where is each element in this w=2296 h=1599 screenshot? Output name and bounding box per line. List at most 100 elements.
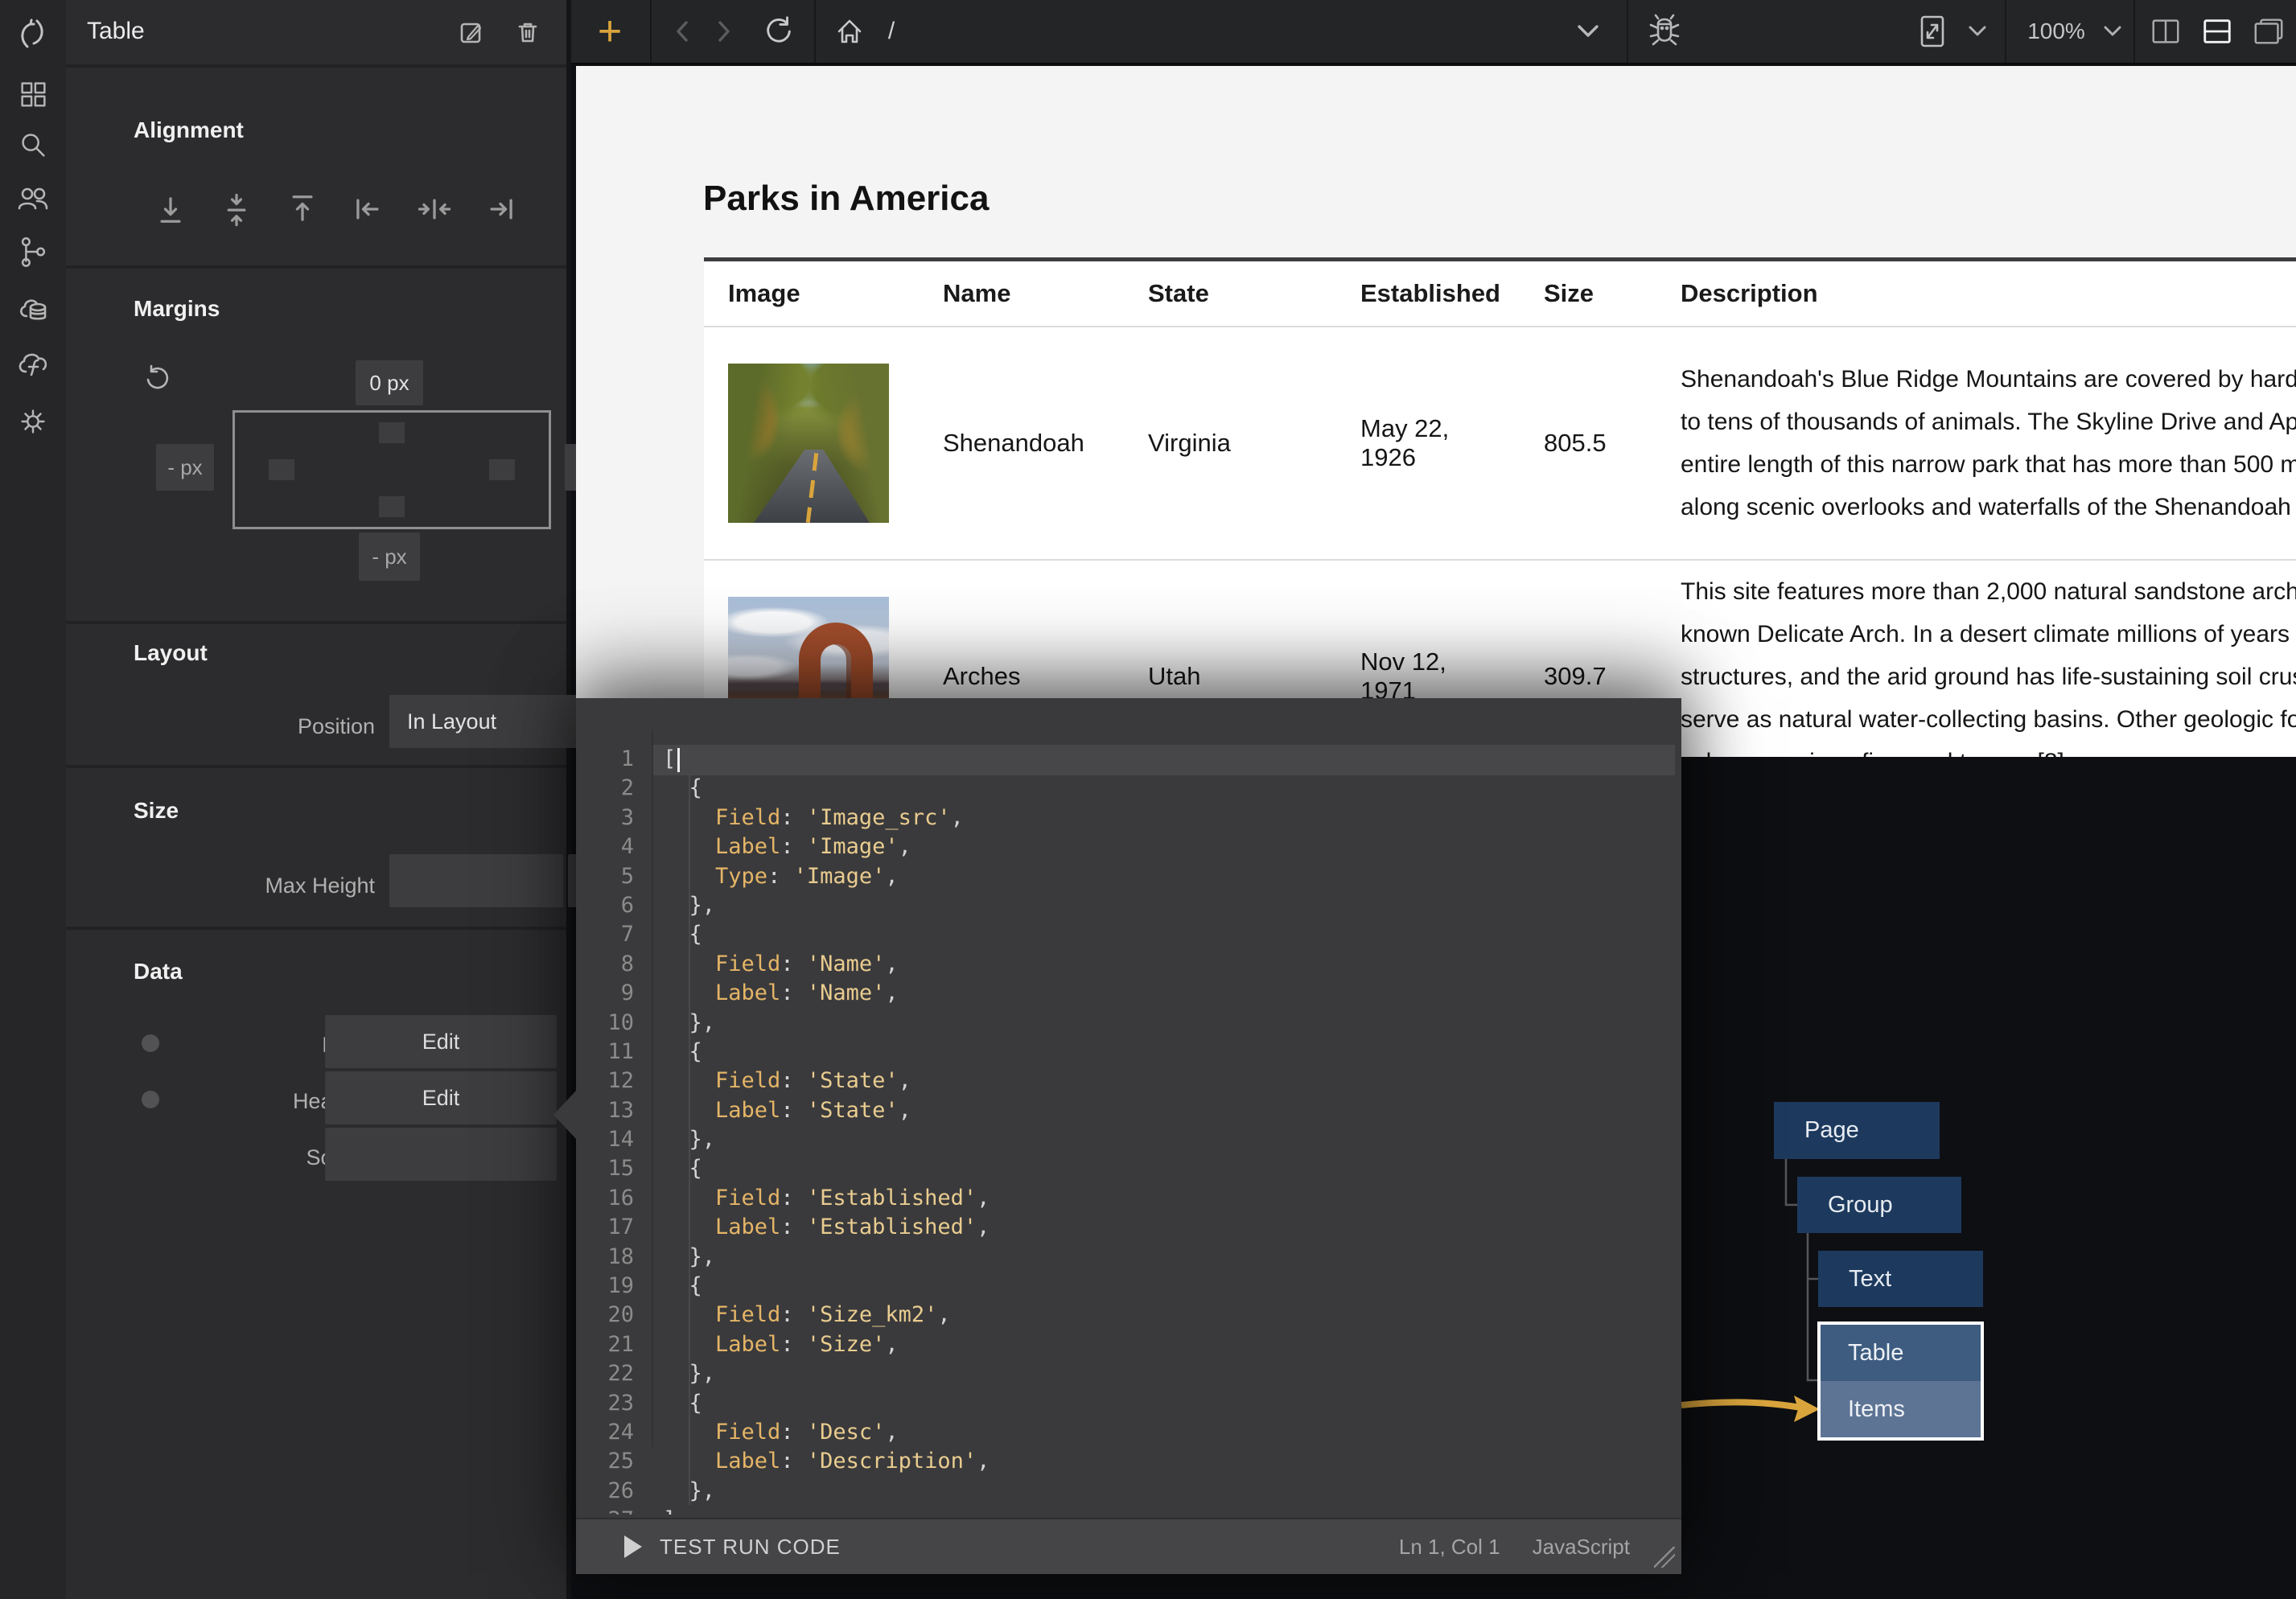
align-bottom-icon[interactable] bbox=[148, 187, 193, 232]
node-text[interactable]: Text bbox=[1818, 1251, 1983, 1307]
delete-icon[interactable] bbox=[510, 14, 545, 50]
max-height-input[interactable] bbox=[389, 854, 563, 907]
code-line[interactable]: 11 { bbox=[576, 1038, 1681, 1067]
cloud-function-icon[interactable] bbox=[15, 346, 51, 381]
nav-forward-icon[interactable] bbox=[703, 0, 745, 63]
components-icon[interactable] bbox=[15, 76, 51, 112]
items-edit-button[interactable]: Edit bbox=[325, 1015, 557, 1068]
code-line[interactable]: 24 Field: 'Desc', bbox=[576, 1418, 1681, 1447]
code-line[interactable]: 26 }, bbox=[576, 1477, 1681, 1506]
code-line[interactable]: 17 Label: 'Established', bbox=[576, 1213, 1681, 1242]
code-area[interactable]: 1[2 {3 Field: 'Image_src',4 Label: 'Imag… bbox=[576, 698, 1681, 1515]
split-columns-icon[interactable] bbox=[2142, 0, 2190, 63]
node-label: Table bbox=[1848, 1340, 1903, 1367]
test-run-code-button[interactable]: TEST RUN CODE bbox=[624, 1535, 841, 1560]
node-table-items-port[interactable]: Items bbox=[1821, 1381, 1981, 1437]
zoom-chevron-down-icon[interactable] bbox=[2095, 0, 2130, 63]
code-line[interactable]: 22 }, bbox=[576, 1359, 1681, 1388]
node-group[interactable]: Group bbox=[1797, 1177, 1961, 1233]
url-chevron-down-icon[interactable] bbox=[1566, 0, 1611, 63]
code-line[interactable]: 9 Label: 'Name', bbox=[576, 979, 1681, 1008]
cell-established: May 22, 1926 bbox=[1360, 414, 1481, 472]
code-line[interactable]: 18 }, bbox=[576, 1243, 1681, 1272]
cell-size: 805.5 bbox=[1544, 429, 1656, 458]
resize-grip[interactable] bbox=[1654, 1547, 1675, 1568]
code-line[interactable]: 10 }, bbox=[576, 1009, 1681, 1038]
margin-top-input[interactable]: 0 px bbox=[356, 360, 423, 405]
margin-bottom-handle[interactable] bbox=[379, 496, 405, 517]
line-number: 10 bbox=[576, 1009, 652, 1038]
code-line[interactable]: 14 }, bbox=[576, 1125, 1681, 1154]
line-number: 5 bbox=[576, 862, 652, 891]
stacked-windows-icon[interactable] bbox=[2245, 0, 2293, 63]
line-number: 16 bbox=[576, 1184, 652, 1213]
align-vertical-center-icon[interactable] bbox=[214, 187, 259, 232]
code-line[interactable]: 19 { bbox=[576, 1272, 1681, 1301]
items-port[interactable] bbox=[142, 1034, 159, 1052]
rename-icon[interactable] bbox=[454, 14, 489, 50]
margin-bottom-input[interactable]: - px bbox=[359, 532, 420, 581]
zoom-level[interactable]: 100% bbox=[2018, 0, 2095, 63]
code-line[interactable]: 12 Field: 'State', bbox=[576, 1067, 1681, 1095]
code-line[interactable]: 8 Field: 'Name', bbox=[576, 950, 1681, 979]
align-left-icon[interactable] bbox=[346, 187, 391, 232]
viewport-chevron-down-icon[interactable] bbox=[1960, 0, 1995, 63]
align-right-icon[interactable] bbox=[478, 187, 523, 232]
margin-right-handle[interactable] bbox=[489, 459, 515, 480]
code-line[interactable]: 6 }, bbox=[576, 891, 1681, 920]
version-control-icon[interactable] bbox=[15, 234, 51, 269]
code-line[interactable]: 3 Field: 'Image_src', bbox=[576, 804, 1681, 832]
nav-back-icon[interactable] bbox=[661, 0, 703, 63]
node-table-selection[interactable]: Table Items bbox=[1817, 1322, 1984, 1441]
line-number: 17 bbox=[576, 1213, 652, 1242]
margin-left-handle[interactable] bbox=[269, 459, 294, 480]
code-line[interactable]: 4 Label: 'Image', bbox=[576, 832, 1681, 861]
text-cursor bbox=[677, 748, 680, 772]
margin-left-input[interactable]: - px bbox=[156, 444, 214, 491]
column-header-description: Description bbox=[1656, 279, 2296, 308]
margin-top-handle[interactable] bbox=[379, 422, 405, 443]
code-line[interactable]: 1[ bbox=[576, 745, 1681, 774]
code-line[interactable]: 25 Label: 'Description', bbox=[576, 1447, 1681, 1476]
code-line[interactable]: 16 Field: 'Established', bbox=[576, 1184, 1681, 1213]
headers-port[interactable] bbox=[142, 1091, 159, 1108]
viewport-size-icon[interactable] bbox=[1908, 0, 1957, 63]
headers-edit-button[interactable]: Edit bbox=[325, 1071, 557, 1124]
app-root: Table Alignment Ma bbox=[0, 0, 2296, 1599]
code-line[interactable]: 20 Field: 'Size_km2', bbox=[576, 1301, 1681, 1330]
app-logo-icon[interactable] bbox=[15, 16, 51, 51]
code-line[interactable]: 2 { bbox=[576, 774, 1681, 803]
line-number: 1 bbox=[576, 745, 652, 774]
users-icon[interactable] bbox=[15, 181, 51, 216]
align-top-icon[interactable] bbox=[280, 187, 325, 232]
margins-reset-icon[interactable] bbox=[142, 364, 174, 396]
node-label: Group bbox=[1828, 1192, 1893, 1219]
node-page[interactable]: Page bbox=[1774, 1102, 1940, 1159]
home-icon[interactable] bbox=[827, 0, 872, 63]
position-label: Position bbox=[163, 714, 375, 739]
node-table[interactable]: Table bbox=[1821, 1325, 1981, 1381]
code-line[interactable]: 27]; bbox=[576, 1506, 1681, 1515]
alignment-buttons bbox=[66, 187, 571, 232]
node-label: Text bbox=[1849, 1266, 1891, 1293]
code-line[interactable]: 15 { bbox=[576, 1154, 1681, 1183]
debug-bug-icon[interactable] bbox=[1638, 0, 1691, 63]
add-node-button[interactable]: + bbox=[571, 0, 648, 63]
code-line[interactable]: 5 Type: 'Image', bbox=[576, 862, 1681, 891]
sorting-input[interactable] bbox=[325, 1128, 557, 1181]
align-horizontal-center-icon[interactable] bbox=[412, 187, 457, 232]
code-line[interactable]: 21 Label: 'Size', bbox=[576, 1330, 1681, 1359]
refresh-icon[interactable] bbox=[755, 0, 803, 63]
line-number: 11 bbox=[576, 1038, 652, 1067]
code-line[interactable]: 7 { bbox=[576, 920, 1681, 949]
cell-size: 309.7 bbox=[1544, 662, 1656, 691]
split-rows-icon[interactable] bbox=[2193, 0, 2241, 63]
settings-gear-icon[interactable] bbox=[15, 404, 51, 439]
language-label[interactable]: JavaScript bbox=[1533, 1535, 1630, 1560]
size-section-title: Size bbox=[134, 798, 179, 824]
cloud-data-icon[interactable] bbox=[15, 292, 51, 327]
url-path[interactable]: / bbox=[875, 0, 907, 63]
code-line[interactable]: 13 Label: 'State', bbox=[576, 1096, 1681, 1125]
search-icon[interactable] bbox=[15, 127, 51, 162]
code-line[interactable]: 23 { bbox=[576, 1389, 1681, 1418]
